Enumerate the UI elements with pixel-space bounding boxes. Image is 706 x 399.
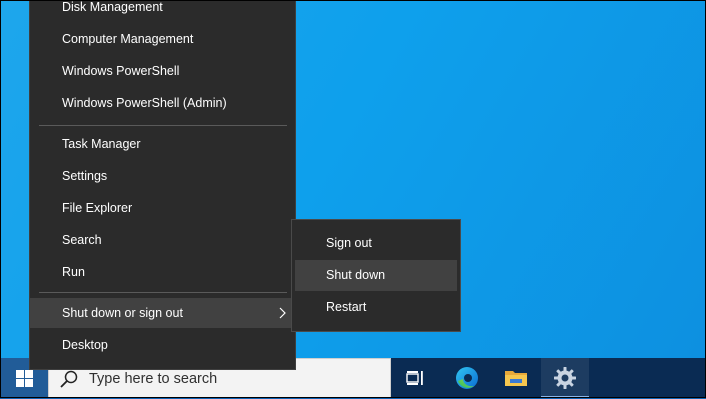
windows-logo-icon bbox=[15, 369, 33, 387]
menu-item-run[interactable]: Run bbox=[30, 257, 295, 287]
taskbar-settings[interactable] bbox=[541, 358, 589, 398]
menu-item-label: Shut down or sign out bbox=[62, 306, 183, 320]
taskbar-edge[interactable] bbox=[443, 358, 491, 398]
search-icon bbox=[60, 370, 78, 388]
menu-item-computer-management[interactable]: Computer Management bbox=[30, 24, 295, 54]
task-view-icon bbox=[406, 371, 423, 385]
menu-item-windows-powershell[interactable]: Windows PowerShell bbox=[30, 56, 295, 86]
shutdown-submenu: Sign out Shut down Restart bbox=[291, 219, 461, 332]
taskbar-file-explorer[interactable] bbox=[492, 358, 540, 398]
menu-item-disk-management[interactable]: Disk Management bbox=[30, 0, 295, 22]
menu-item-shut-down-or-sign-out[interactable]: Shut down or sign out bbox=[30, 298, 295, 328]
submenu-item-sign-out[interactable]: Sign out bbox=[295, 228, 457, 259]
menu-item-task-manager[interactable]: Task Manager bbox=[30, 129, 295, 159]
menu-item-file-explorer[interactable]: File Explorer bbox=[30, 193, 295, 223]
menu-item-settings[interactable]: Settings bbox=[30, 161, 295, 191]
menu-item-windows-powershell-admin[interactable]: Windows PowerShell (Admin) bbox=[30, 88, 295, 118]
menu-separator bbox=[39, 292, 287, 293]
menu-separator bbox=[39, 125, 287, 126]
edge-icon bbox=[456, 367, 478, 389]
power-user-menu: Disk Management Computer Management Wind… bbox=[29, 0, 296, 370]
settings-gear-icon bbox=[554, 367, 576, 389]
chevron-right-icon bbox=[279, 307, 286, 319]
task-view-button[interactable] bbox=[391, 358, 439, 398]
submenu-item-restart[interactable]: Restart bbox=[295, 292, 457, 323]
menu-item-desktop[interactable]: Desktop bbox=[30, 330, 295, 360]
menu-item-search[interactable]: Search bbox=[30, 225, 295, 255]
file-explorer-icon bbox=[505, 371, 527, 386]
submenu-item-shut-down[interactable]: Shut down bbox=[295, 260, 457, 291]
